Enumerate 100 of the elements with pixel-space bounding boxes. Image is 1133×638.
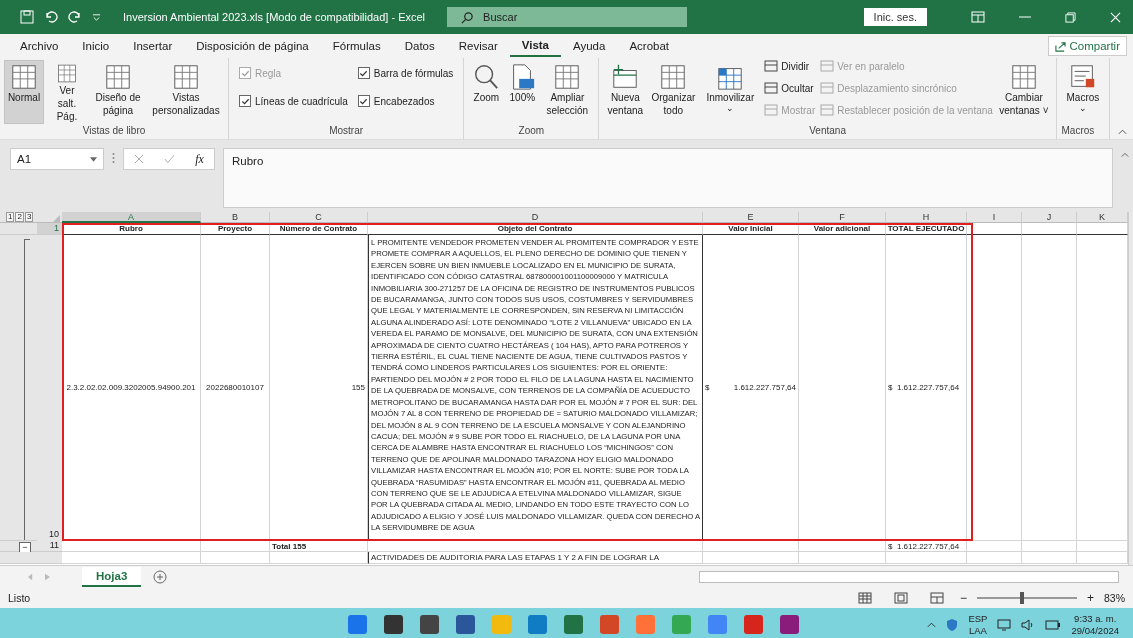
vertical-scrollbar[interactable]: [1128, 212, 1133, 565]
share-icon: [1054, 40, 1066, 52]
arrange-all-button[interactable]: Organizar todo: [648, 60, 699, 124]
clock-time[interactable]: 9:33 a. m.: [1074, 612, 1117, 625]
table-cell: 155: [270, 235, 368, 541]
share-button[interactable]: Compartir: [1047, 36, 1127, 56]
column-header[interactable]: I: [967, 212, 1022, 223]
ribbon-tab[interactable]: Datos: [392, 35, 447, 57]
zoom-in-button[interactable]: +: [1086, 591, 1094, 605]
macros-button[interactable]: Macros ⌄: [1060, 60, 1105, 124]
column-header[interactable]: E: [703, 212, 799, 223]
save-icon[interactable]: [20, 10, 34, 24]
page-layout-button[interactable]: Diseño de página: [90, 60, 146, 124]
add-sheet-icon[interactable]: [153, 570, 168, 584]
group-label: Zoom: [517, 125, 546, 138]
checkmark-icon: [240, 96, 250, 106]
table-cell: Rubro: [62, 223, 201, 235]
battery-icon[interactable]: [1045, 619, 1062, 630]
insert-function-button[interactable]: fx: [195, 151, 204, 167]
formula-field[interactable]: Rubro: [223, 148, 1113, 208]
next-sheet-icon[interactable]: [45, 573, 50, 581]
table-cell: Valor Inicial: [703, 223, 799, 235]
zoom-slider-thumb[interactable]: [1019, 592, 1024, 604]
window-pane-icon: [764, 104, 779, 116]
outline-level-button[interactable]: 3: [24, 212, 34, 222]
switch-windows-button[interactable]: Cambiar ventanas ˅: [995, 60, 1052, 124]
window-pane-icon: [820, 82, 835, 94]
search-field[interactable]: Buscar: [447, 7, 688, 27]
zoom-button[interactable]: Zoom: [468, 60, 505, 124]
window-command-button[interactable]: Dividir: [762, 60, 818, 72]
zoom-to-selection-button[interactable]: Ampliar selección: [540, 60, 595, 124]
column-header[interactable]: A: [62, 212, 201, 223]
chevron-up-icon[interactable]: [927, 621, 937, 628]
ribbon-tab[interactable]: Fórmulas: [320, 35, 393, 57]
window-title: Inversion Ambiental 2023.xls [Modo de compatibilidad] - Excel: [123, 11, 426, 23]
outline-level-button[interactable]: 1: [6, 212, 15, 222]
outline-level-button[interactable]: 2: [15, 212, 24, 222]
name-box[interactable]: A1: [10, 148, 104, 170]
new-window-icon: [611, 63, 640, 91]
zoom-out-button[interactable]: −: [959, 591, 967, 605]
collapse-ribbon-icon[interactable]: [1118, 129, 1127, 135]
page-break-view-button[interactable]: Ver salt. Pág.: [46, 60, 88, 124]
close-icon[interactable]: [1110, 11, 1121, 23]
ribbon-tab[interactable]: Inicio: [70, 35, 122, 57]
row-header[interactable]: 11: [37, 540, 62, 551]
network-icon[interactable]: [997, 618, 1012, 631]
window-pane-icon: [820, 60, 835, 72]
normal-view-button[interactable]: Normal: [4, 60, 44, 124]
zoom-icon: [472, 63, 501, 91]
checkbox[interactable]: [357, 95, 370, 107]
more-icon: [112, 152, 115, 164]
normal-view-icon[interactable]: [857, 592, 872, 604]
column-header[interactable]: B: [201, 212, 270, 223]
ribbon-tab[interactable]: Revisar: [446, 35, 510, 57]
previous-sheet-icon[interactable]: [28, 573, 33, 581]
collapse-formula-icon[interactable]: [1121, 152, 1129, 158]
table-cell: [967, 541, 1022, 552]
table-cell: Total 155: [270, 541, 368, 552]
custom-views-button[interactable]: Vistas personalizadas: [148, 60, 224, 124]
sheet-tab[interactable]: Hoja3: [82, 567, 142, 587]
freeze-panes-button[interactable]: Inmovilizar ⌄: [699, 60, 762, 124]
checkbox-option[interactable]: Encabezados: [357, 95, 454, 107]
window-pane-icon: [820, 104, 835, 116]
cancel-icon[interactable]: [134, 154, 145, 164]
column-header[interactable]: D: [368, 212, 703, 223]
ribbon-tab[interactable]: Disposición de página: [184, 35, 321, 57]
ribbon-display-icon[interactable]: [971, 11, 985, 23]
window-command-button[interactable]: Ocultar: [762, 82, 818, 94]
zoom-level[interactable]: 83%: [1104, 592, 1125, 604]
new-window-button[interactable]: Nueva ventana: [603, 60, 648, 124]
restore-icon[interactable]: [1065, 11, 1076, 23]
enter-icon[interactable]: [164, 154, 176, 164]
checkbox[interactable]: [357, 67, 370, 79]
column-header[interactable]: F: [799, 212, 886, 223]
language-indicator[interactable]: ESP: [968, 612, 988, 625]
checkbox-option[interactable]: Líneas de cuadrícula: [239, 95, 348, 107]
column-header[interactable]: J: [1022, 212, 1077, 223]
column-header[interactable]: K: [1077, 212, 1128, 223]
checkbox-option[interactable]: Barra de fórmulas: [357, 67, 454, 79]
horizontal-scrollbar[interactable]: [699, 571, 1120, 583]
keyboard-layout[interactable]: LAA: [968, 624, 987, 637]
checkbox[interactable]: [239, 95, 251, 107]
dropdown-icon: [90, 156, 97, 162]
ribbon-tab[interactable]: Insertar: [121, 35, 185, 57]
zoom-100-button[interactable]: 100%: [506, 60, 539, 124]
table-cell: Número de Contrato: [270, 223, 368, 235]
shield-icon[interactable]: [946, 617, 959, 632]
column-header[interactable]: C: [270, 212, 368, 223]
ribbon-tab[interactable]: Archivo: [8, 35, 71, 57]
undo-icon[interactable]: [44, 10, 58, 24]
column-header[interactable]: H: [886, 212, 967, 223]
clock-date[interactable]: 29/04/2024: [1071, 624, 1119, 637]
table-cell: $ 1.612.227.757,64: [886, 541, 967, 552]
redo-icon[interactable]: [68, 10, 82, 24]
row-header[interactable]: 1: [37, 223, 62, 234]
ribbon-tab[interactable]: Acrobat: [617, 35, 682, 57]
ribbon-tab[interactable]: Ayuda: [561, 35, 618, 57]
customize-toolbar-icon[interactable]: [92, 12, 101, 22]
page-break-icon[interactable]: [929, 592, 944, 604]
sign-in-button[interactable]: Inic. ses.: [863, 8, 927, 26]
